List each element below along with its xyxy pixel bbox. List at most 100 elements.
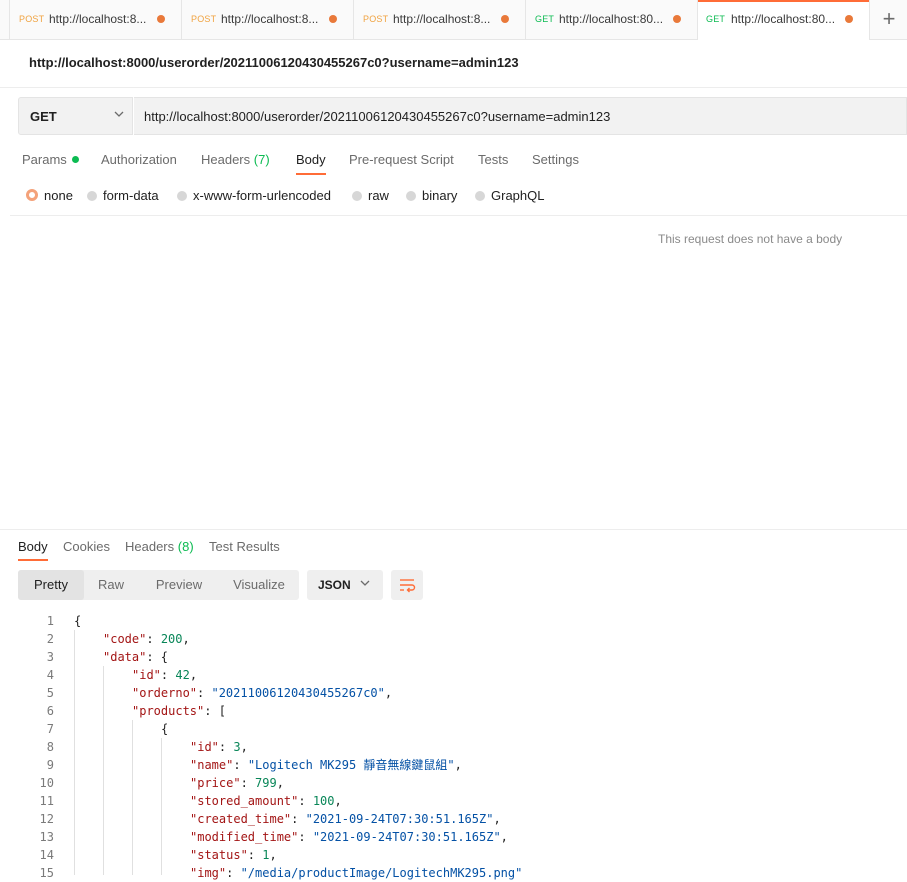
line-number: 9 (46, 758, 54, 772)
code-token: : (247, 848, 263, 862)
response-tab-body-label: Body (18, 539, 48, 554)
url-input[interactable]: http://localhost:8000/userorder/20211006… (134, 97, 907, 135)
code-token: : (218, 740, 234, 754)
request-tab-4[interactable]: GET http://localhost:80... (526, 0, 698, 39)
tab-params-label: Params (22, 152, 67, 167)
radio-binary[interactable]: binary (406, 188, 457, 203)
response-tab-headers[interactable]: Headers (8) (125, 539, 194, 554)
view-raw-button[interactable]: Raw (88, 570, 134, 600)
tab-url: http://localhost:80... (731, 12, 836, 26)
response-divider (0, 529, 907, 530)
code-token: "modified_time" (190, 830, 299, 844)
response-body-code[interactable]: 1{2 "code": 200, 3 "data": {4 "id": 42, 5 "ord… (0, 612, 907, 882)
code-token: "img" (190, 866, 227, 880)
request-tab-3[interactable]: POST http://localhost:8... (354, 0, 526, 39)
code-token: , (493, 812, 501, 826)
view-visualize-button[interactable]: Visualize (222, 570, 296, 600)
code-token: 42 (175, 668, 190, 682)
response-tab-test-results[interactable]: Test Results (209, 539, 280, 554)
code-token: { (161, 722, 169, 736)
radio-label: GraphQL (491, 188, 545, 203)
code-token: : (197, 686, 212, 700)
code-token: , (384, 686, 393, 700)
code-text: "id": 42, (132, 666, 197, 684)
code-token: : (226, 866, 241, 880)
tab-method: POST (363, 14, 389, 24)
wrap-lines-button[interactable] (391, 570, 423, 600)
code-token: "2021-09-24T07:30:51.165Z" (312, 830, 501, 844)
tab-pre-request-label: Pre-request Script (349, 152, 454, 167)
tab-url: http://localhost:80... (559, 12, 664, 26)
code-token: 799 (255, 776, 277, 790)
response-headers-count: (8) (177, 539, 194, 554)
method-select[interactable]: GET (18, 97, 133, 135)
view-preview-button[interactable]: Preview (144, 570, 214, 600)
radio-raw[interactable]: raw (352, 188, 389, 203)
response-tab-body[interactable]: Body (18, 539, 48, 561)
tab-url: http://localhost:8... (221, 12, 319, 26)
code-token: { (74, 614, 82, 628)
method-value: GET (30, 109, 57, 124)
chevron-down-icon (359, 577, 371, 592)
radio-label: raw (368, 188, 389, 203)
format-select[interactable]: JSON (307, 570, 383, 600)
request-tab-bar: POST http://localhost:8... POST http://l… (0, 0, 907, 40)
tab-tests[interactable]: Tests (478, 152, 508, 167)
code-token: "20211006120430455267c0" (211, 686, 385, 700)
line-number: 8 (46, 740, 54, 754)
response-tab-test-results-label: Test Results (209, 539, 280, 554)
tab-pre-request-script[interactable]: Pre-request Script (349, 152, 454, 167)
code-text: { (161, 720, 168, 738)
unsaved-dot-icon (673, 15, 681, 23)
code-token: , (276, 776, 284, 790)
code-line: 1{ (0, 612, 907, 630)
code-token: "name" (190, 758, 234, 772)
line-number: 6 (46, 704, 54, 718)
unsaved-dot-icon (329, 15, 337, 23)
tab-url: http://localhost:8... (393, 12, 491, 26)
radio-x-www-form-urlencoded[interactable]: x-www-form-urlencoded (177, 188, 331, 203)
tab-headers[interactable]: Headers (7) (201, 152, 270, 167)
view-pretty-button[interactable]: Pretty (18, 570, 84, 600)
radio-label: none (44, 188, 73, 203)
tab-body[interactable]: Body (296, 152, 326, 175)
line-number: 7 (46, 722, 54, 736)
chevron-down-icon (113, 108, 125, 123)
title-divider (0, 87, 907, 88)
request-title[interactable]: http://localhost:8000/userorder/20211006… (29, 55, 519, 70)
view-mode-group: Pretty Raw Preview Visualize (18, 570, 299, 600)
radio-selected-icon (26, 189, 38, 201)
code-line: 3 "data": { (0, 648, 907, 666)
code-token: 200 (160, 632, 183, 646)
request-tab-1[interactable]: POST http://localhost:8... (10, 0, 182, 39)
radio-label: form-data (103, 188, 159, 203)
code-token: "id" (190, 740, 219, 754)
line-number: 10 (39, 776, 54, 790)
radio-form-data[interactable]: form-data (87, 188, 159, 203)
tab-authorization[interactable]: Authorization (101, 152, 177, 167)
line-number: 5 (46, 686, 54, 700)
code-text: { (74, 612, 81, 630)
code-line: 15 "img": "/media/productImage/LogitechMK… (0, 864, 907, 882)
radio-none[interactable]: none (26, 188, 73, 203)
code-token: : { (146, 650, 169, 664)
tab-settings[interactable]: Settings (532, 152, 579, 167)
tab-tests-label: Tests (478, 152, 509, 167)
tab-params[interactable]: Params (22, 152, 79, 167)
tab-url: http://localhost:8... (49, 12, 147, 26)
code-token: 3 (233, 740, 241, 754)
tab-settings-label: Settings (532, 152, 579, 167)
code-token: : (298, 830, 313, 844)
code-token: "Logitech MK295 靜音無線鍵鼠組" (247, 758, 455, 772)
unsaved-dot-icon (845, 15, 853, 23)
code-token: : (160, 668, 176, 682)
response-tab-cookies[interactable]: Cookies (63, 539, 110, 554)
tab-body-label: Body (296, 152, 326, 167)
code-token: , (454, 758, 462, 772)
new-tab-plus-icon[interactable]: + (876, 8, 902, 30)
code-token: 100 (312, 794, 335, 808)
code-text: "img": "/media/productImage/LogitechMK29… (190, 864, 522, 882)
request-tab-5-active[interactable]: GET http://localhost:80... (698, 0, 870, 40)
request-tab-2[interactable]: POST http://localhost:8... (182, 0, 354, 39)
radio-graphql[interactable]: GraphQL (475, 188, 544, 203)
